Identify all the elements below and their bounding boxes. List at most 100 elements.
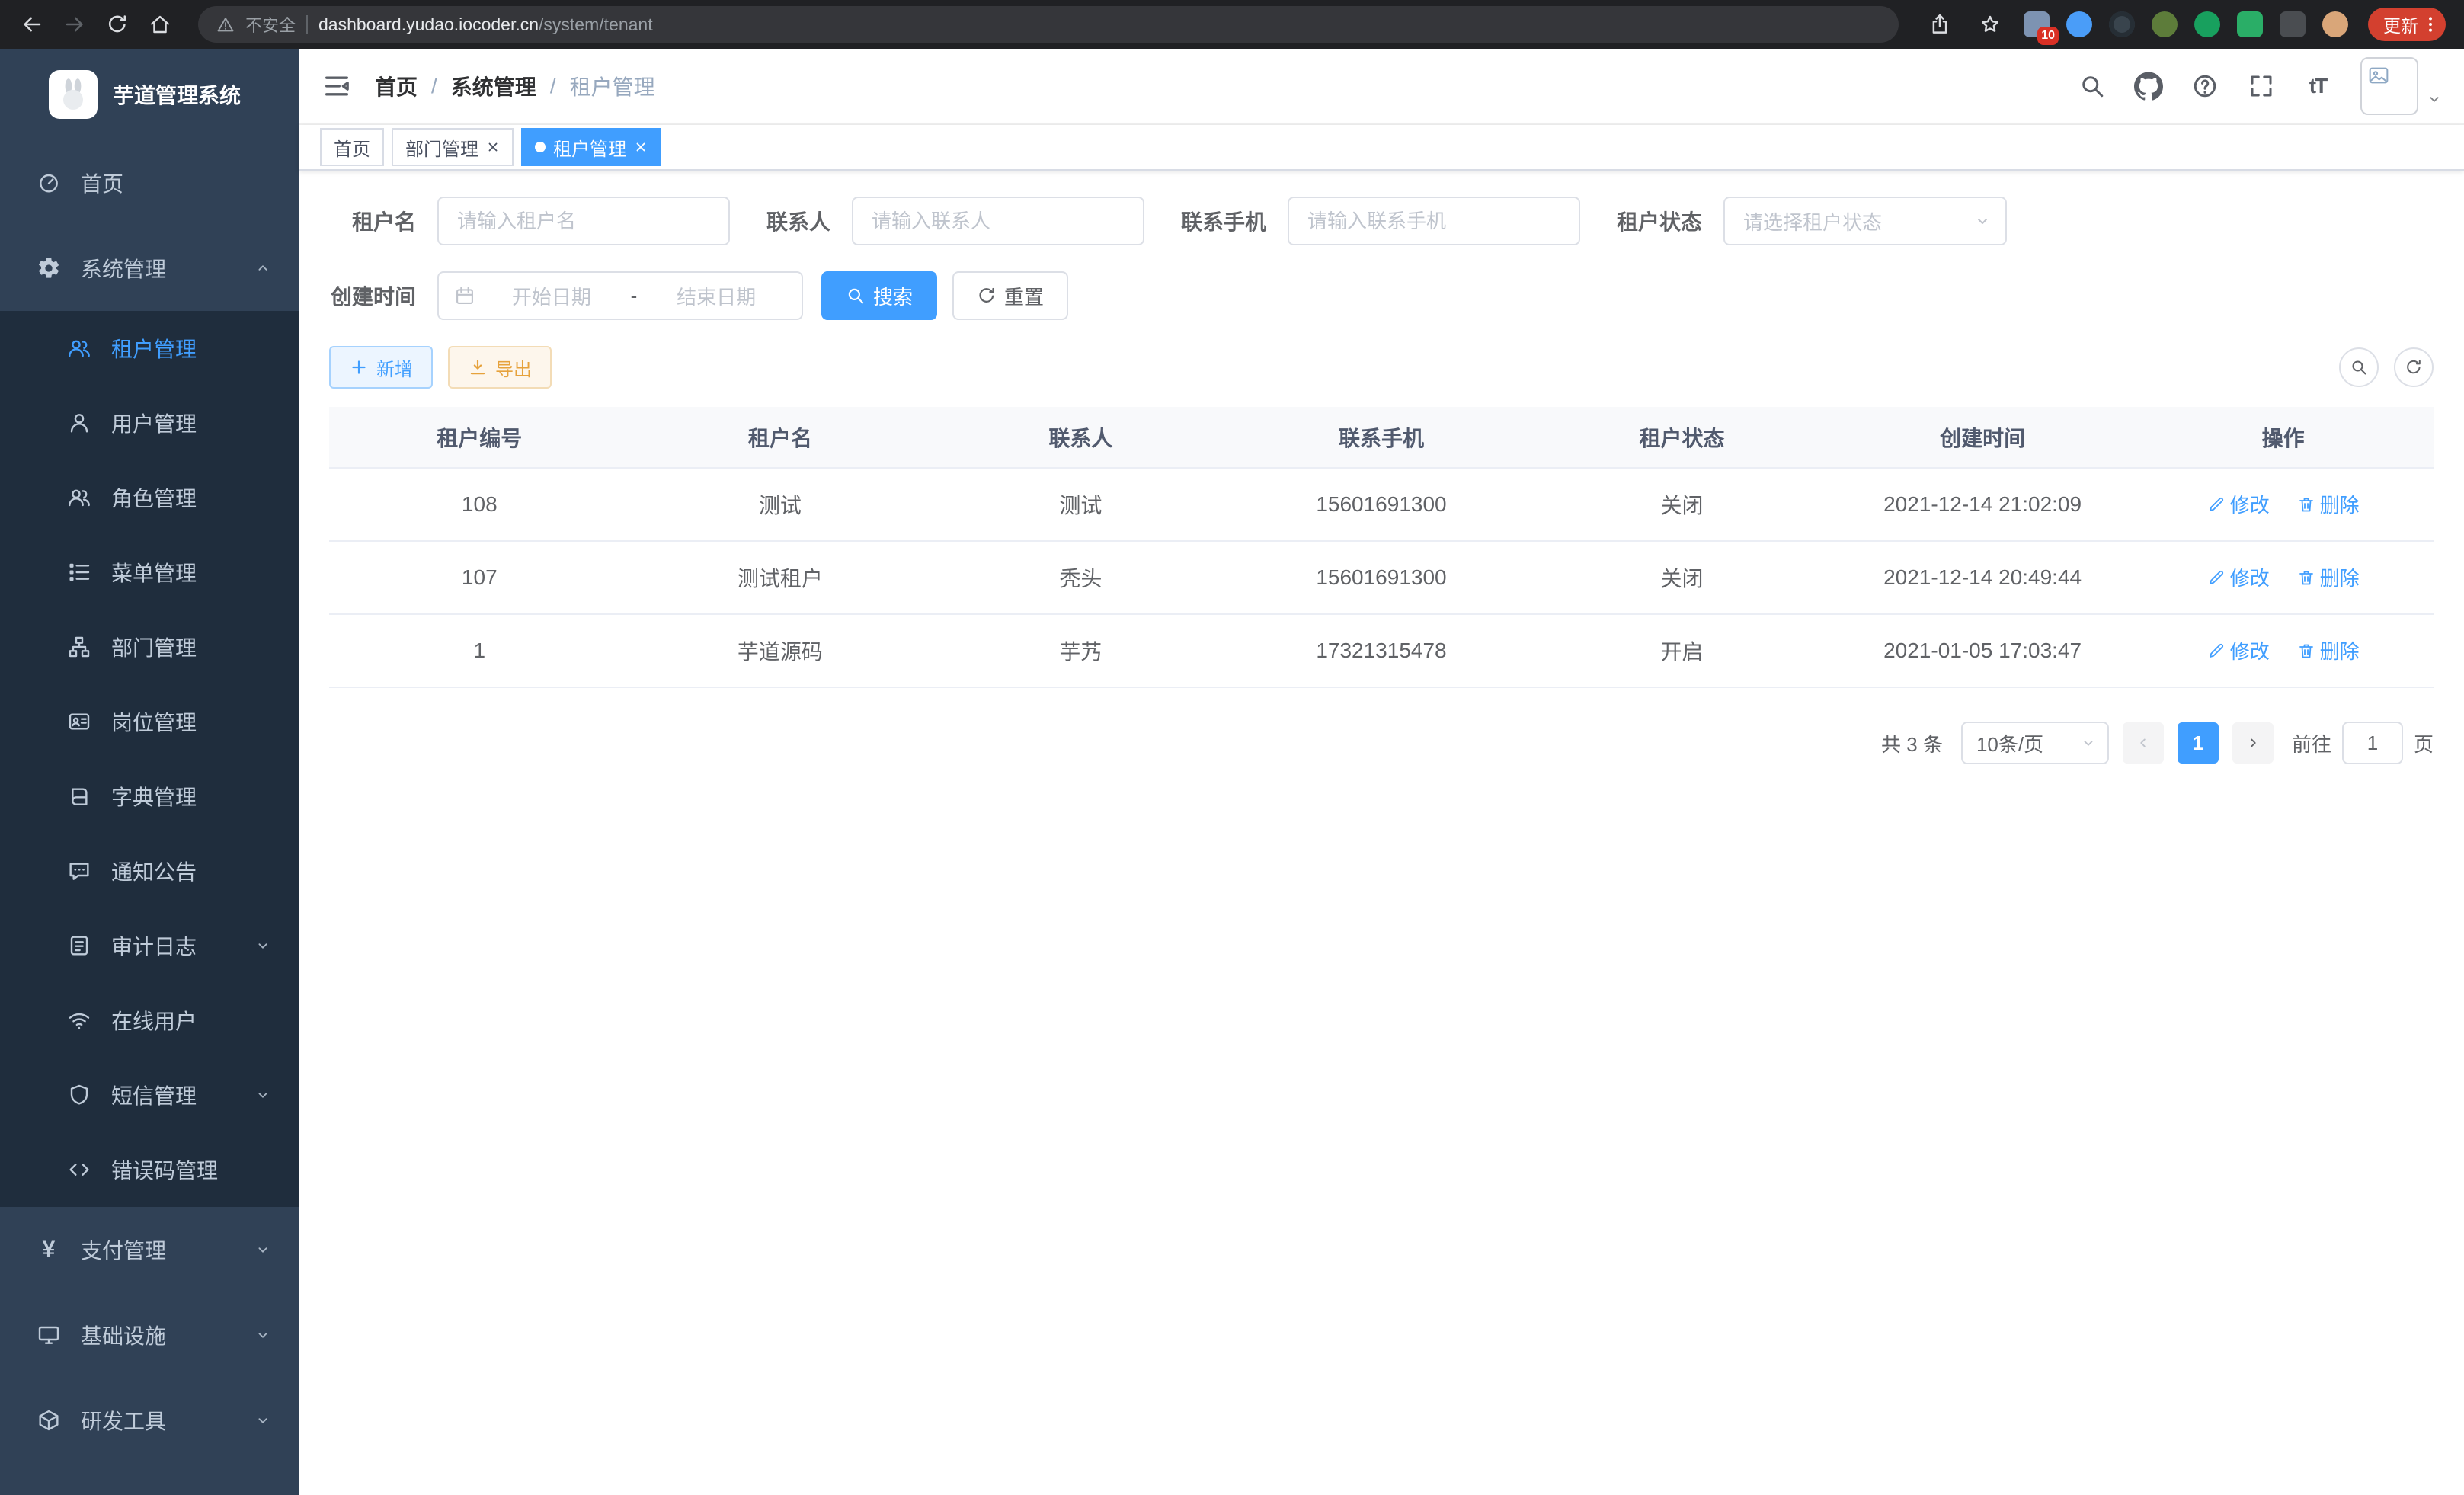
filter-form: 租户名 联系人 联系手机 租户状态 — [329, 197, 2434, 320]
table-row: 108 测试 测试 15601691300 关闭 2021-12-14 21:0… — [329, 468, 2434, 541]
tab-tenant-management[interactable]: 租户管理 — [521, 128, 661, 166]
chevron-down-icon — [1973, 212, 1992, 230]
browser-forward-button[interactable] — [55, 5, 94, 44]
refresh-table-button[interactable] — [2394, 347, 2434, 387]
add-button-label: 新增 — [376, 354, 413, 381]
tags-view: 首页 部门管理 租户管理 — [299, 125, 2464, 171]
menu-label: 字典管理 — [111, 781, 197, 812]
sidebar-item-user-management[interactable]: 用户管理 — [0, 386, 299, 460]
bookmark-star-icon[interactable] — [1973, 8, 2007, 41]
edit-icon — [2207, 642, 2226, 660]
table-row: 107 测试租户 秃头 15601691300 关闭 2021-12-14 20… — [329, 541, 2434, 614]
breadcrumb-home[interactable]: 首页 — [375, 71, 418, 101]
github-icon — [2134, 72, 2163, 101]
cell-phone: 17321315478 — [1231, 614, 1532, 687]
sidebar-item-online-users[interactable]: 在线用户 — [0, 983, 299, 1058]
broken-image-icon — [2366, 63, 2391, 88]
tenant-name-input[interactable] — [437, 197, 730, 245]
next-page-button[interactable] — [2232, 722, 2274, 764]
toggle-search-button[interactable] — [2339, 347, 2379, 387]
menu-label: 菜单管理 — [111, 557, 197, 587]
id-card-icon — [67, 709, 91, 734]
search-button[interactable]: 搜索 — [821, 271, 937, 320]
header-search-button[interactable] — [2069, 60, 2115, 112]
help-button[interactable] — [2182, 60, 2228, 112]
app-logo[interactable]: 芋道管理系统 — [0, 49, 299, 140]
sidebar-item-system-management[interactable]: 系统管理 — [0, 226, 299, 311]
user-menu[interactable] — [2360, 57, 2443, 115]
cell-actions: 修改 删除 — [2133, 614, 2434, 687]
sidebar-item-tenant-management[interactable]: 租户管理 — [0, 311, 299, 386]
sidebar-collapse-button[interactable] — [299, 71, 375, 101]
tab-dept-management[interactable]: 部门管理 — [392, 128, 514, 166]
close-icon[interactable] — [634, 140, 648, 154]
sidebar-item-dept-management[interactable]: 部门管理 — [0, 610, 299, 684]
browser-menu-kebab-icon[interactable] — [2420, 14, 2441, 35]
filter-tenant-name: 租户名 — [329, 197, 730, 245]
prev-page-button[interactable] — [2123, 722, 2164, 764]
sidebar-item-dict-management[interactable]: 字典管理 — [0, 759, 299, 834]
browser-reload-button[interactable] — [98, 5, 137, 44]
edit-button[interactable]: 修改 — [2207, 563, 2270, 591]
phone-input[interactable] — [1288, 197, 1580, 245]
sidebar-menu: 首页 系统管理 租户管理 用户管理 角色管理 — [0, 140, 299, 1495]
font-size-button[interactable]: tT — [2295, 60, 2341, 112]
user-icon — [67, 411, 91, 435]
extension-icon-4[interactable] — [2152, 11, 2178, 37]
extension-icon-6[interactable] — [2237, 11, 2263, 37]
browser-home-button[interactable] — [140, 5, 180, 44]
edit-button[interactable]: 修改 — [2207, 636, 2270, 664]
goto-page-input[interactable] — [2342, 722, 2403, 764]
extension-icon-2[interactable] — [2066, 11, 2092, 37]
reset-button[interactable]: 重置 — [952, 271, 1068, 320]
cell-created: 2021-12-14 21:02:09 — [1832, 468, 2133, 541]
sidebar-item-infrastructure[interactable]: 基础设施 — [0, 1292, 299, 1378]
dashboard-icon — [37, 171, 61, 195]
sidebar-item-sms-management[interactable]: 短信管理 — [0, 1058, 299, 1132]
delete-button[interactable]: 删除 — [2297, 563, 2360, 591]
cell-contact: 芋艿 — [930, 614, 1231, 687]
extension-icon-1[interactable]: 10 — [2024, 11, 2050, 37]
sidebar-item-error-code[interactable]: 错误码管理 — [0, 1132, 299, 1207]
sidebar-item-post-management[interactable]: 岗位管理 — [0, 684, 299, 759]
extensions-puzzle-icon[interactable] — [2280, 11, 2306, 37]
browser-back-button[interactable] — [12, 5, 52, 44]
search-icon — [2350, 358, 2368, 376]
address-bar[interactable]: 不安全 dashboard.yudao.iocoder.cn/system/te… — [198, 6, 1899, 43]
sidebar-item-menu-management[interactable]: 菜单管理 — [0, 535, 299, 610]
page-unit-label: 页 — [2414, 729, 2434, 757]
export-button[interactable]: 导出 — [448, 346, 552, 389]
tab-home[interactable]: 首页 — [320, 128, 384, 166]
fullscreen-button[interactable] — [2238, 60, 2284, 112]
create-time-range-picker[interactable]: 开始日期 - 结束日期 — [437, 271, 803, 320]
close-icon[interactable] — [486, 140, 500, 154]
phone-label: 联系手机 — [1181, 206, 1266, 236]
edit-icon — [2207, 568, 2226, 587]
edit-button[interactable]: 修改 — [2207, 490, 2270, 518]
page-number-button[interactable]: 1 — [2178, 722, 2219, 764]
sidebar-item-pay-management[interactable]: ¥ 支付管理 — [0, 1207, 299, 1292]
menu-label: 通知公告 — [111, 856, 197, 886]
browser-profile-avatar[interactable] — [2322, 11, 2348, 37]
sidebar-item-audit-log[interactable]: 审计日志 — [0, 908, 299, 983]
chrome-update-button[interactable]: 更新 — [2368, 8, 2446, 41]
share-icon[interactable] — [1923, 8, 1957, 41]
tenant-status-select[interactable]: 请选择租户状态 — [1723, 197, 2007, 245]
page-size-select[interactable]: 10条/页 — [1961, 722, 2109, 764]
extension-icon-3[interactable] — [2109, 11, 2135, 37]
contact-input[interactable] — [852, 197, 1144, 245]
github-link[interactable] — [2126, 60, 2171, 112]
sidebar-item-dev-tools[interactable]: 研发工具 — [0, 1378, 299, 1463]
sidebar-item-role-management[interactable]: 角色管理 — [0, 460, 299, 535]
browser-toolbar: 不安全 dashboard.yudao.iocoder.cn/system/te… — [0, 0, 2464, 49]
sidebar-item-notice[interactable]: 通知公告 — [0, 834, 299, 908]
edit-icon — [2207, 495, 2226, 514]
sidebar-item-home[interactable]: 首页 — [0, 140, 299, 226]
chevron-down-icon — [254, 937, 271, 954]
reload-icon — [106, 13, 129, 36]
delete-button[interactable]: 删除 — [2297, 490, 2360, 518]
cell-contact: 测试 — [930, 468, 1231, 541]
delete-button[interactable]: 删除 — [2297, 636, 2360, 664]
add-button[interactable]: 新增 — [329, 346, 433, 389]
breadcrumb-section[interactable]: 系统管理 — [451, 71, 536, 101]
